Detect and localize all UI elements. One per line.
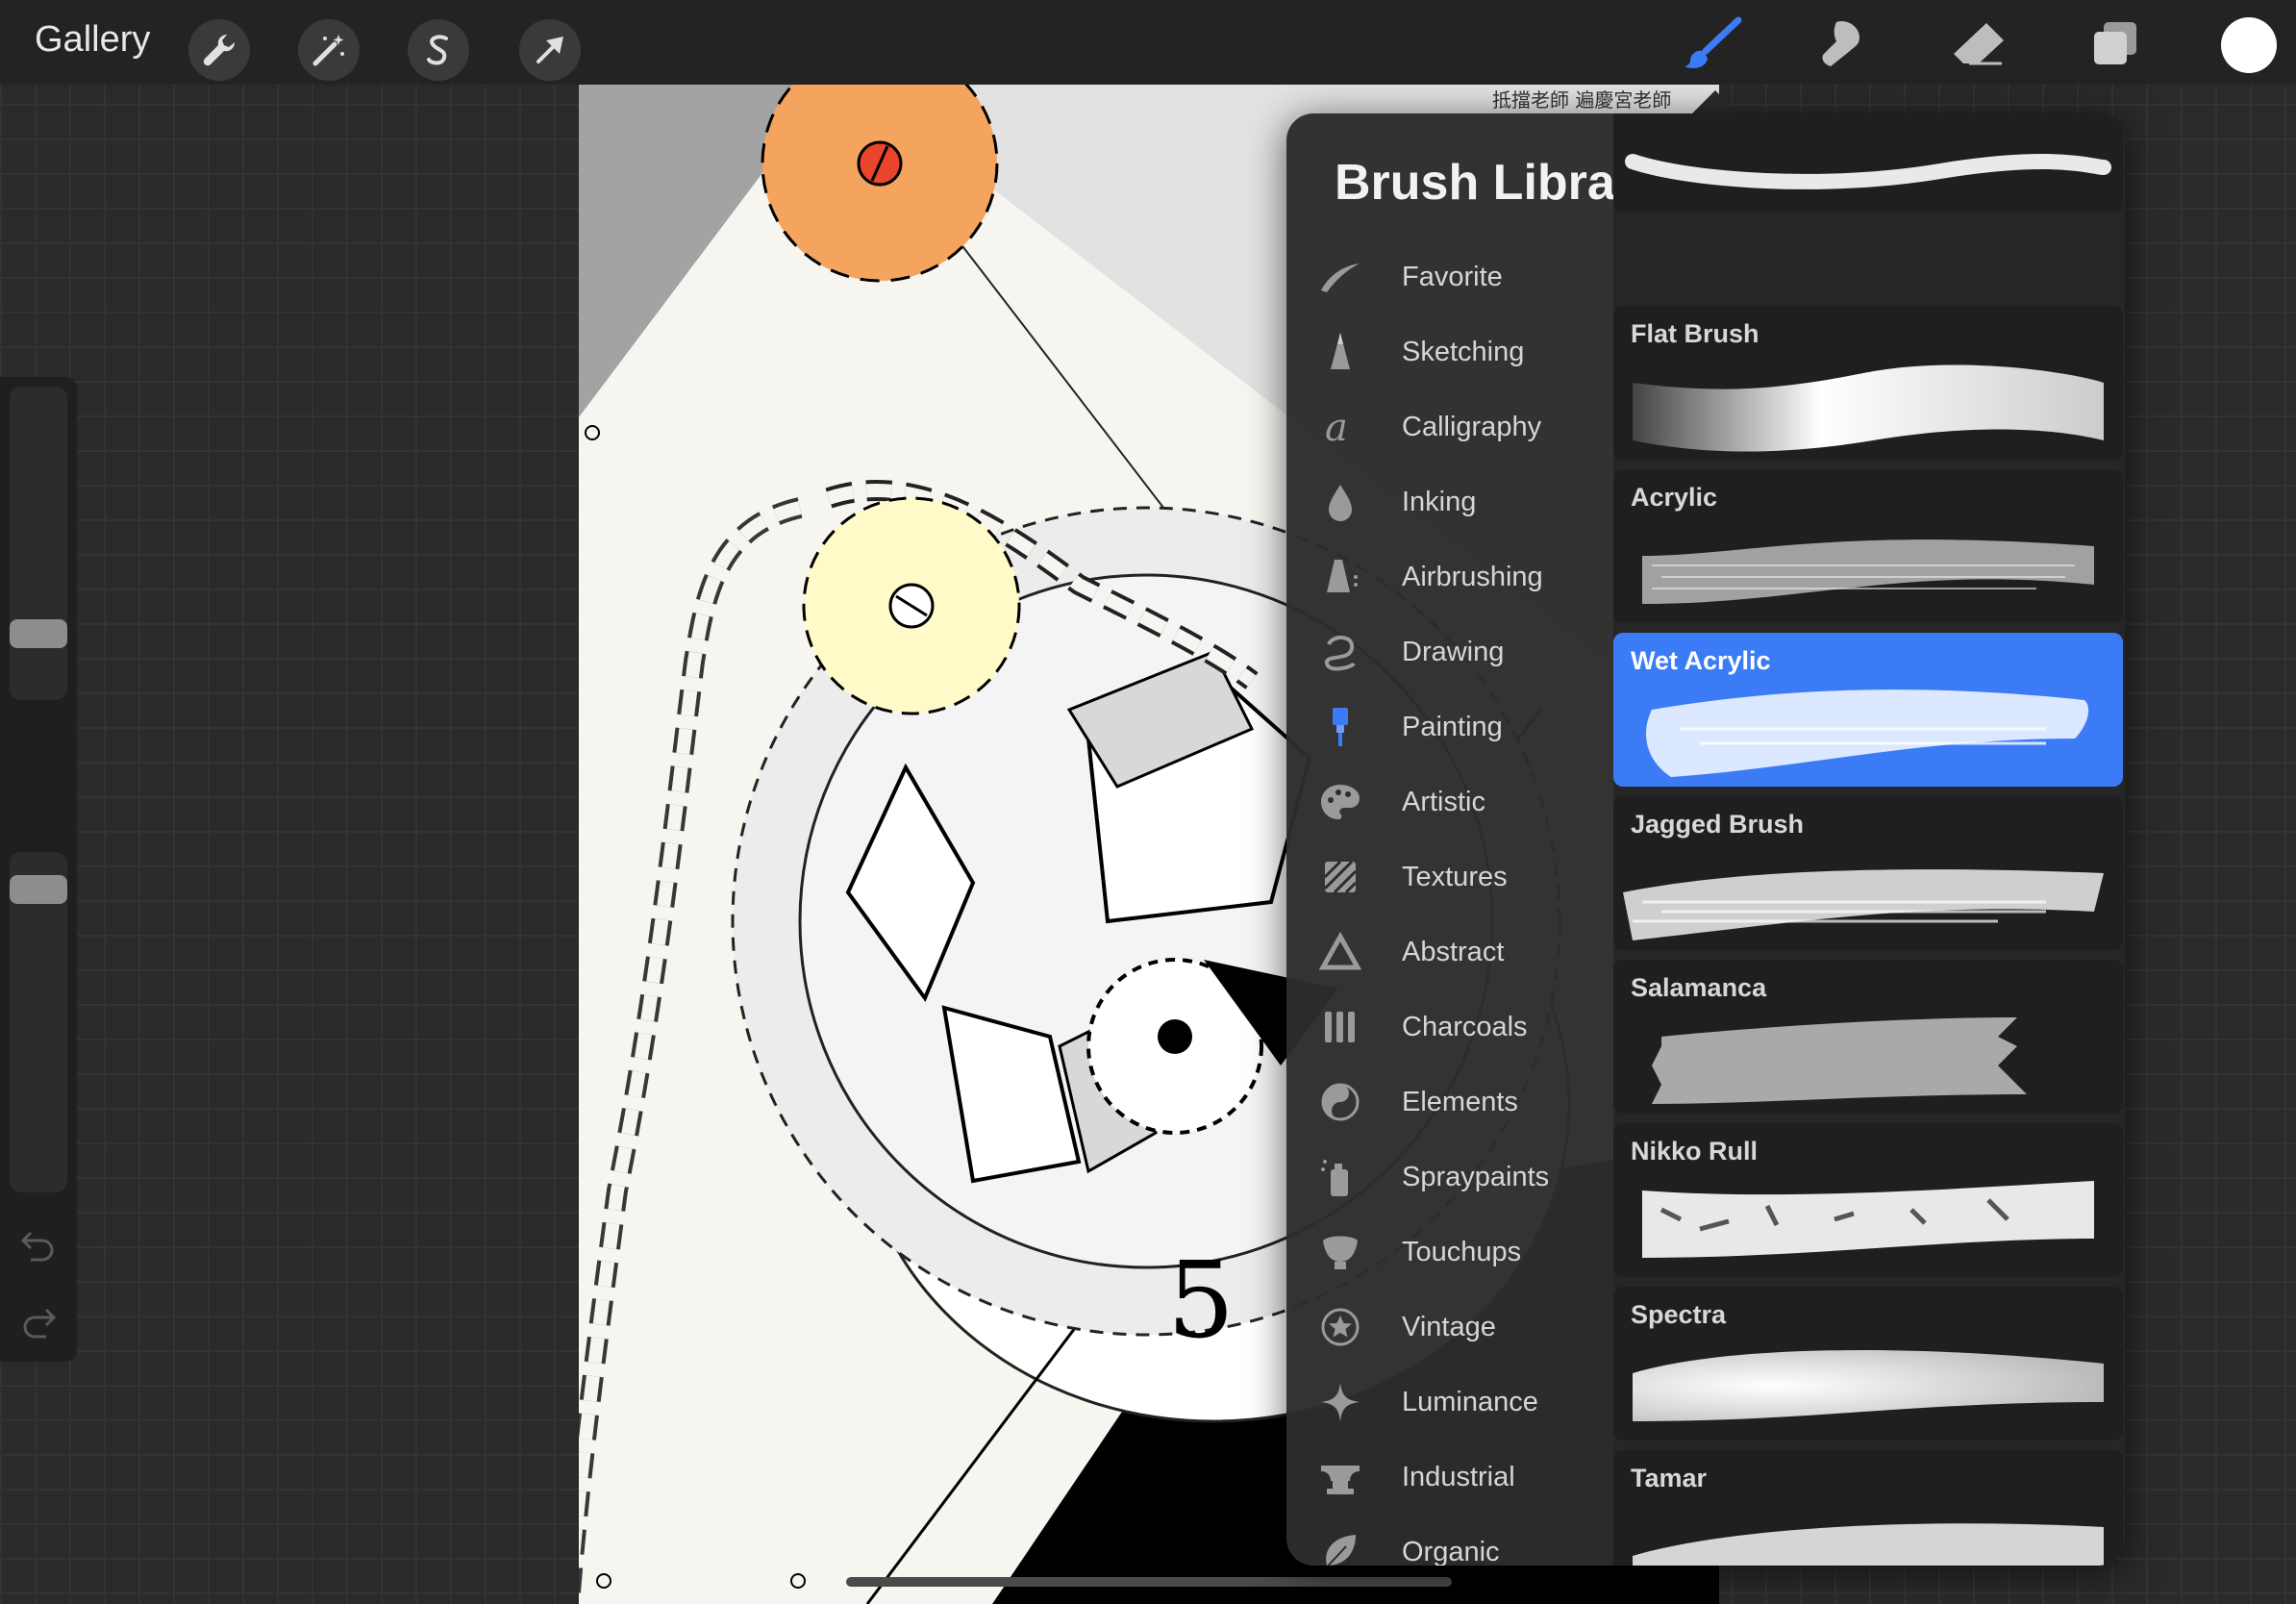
spray-can-icon	[1321, 1160, 1348, 1196]
brush-item-acrylic[interactable]: Acrylic	[1613, 469, 2123, 623]
category-abstract[interactable]: Abstract	[1286, 918, 1604, 986]
feather-stroke-icon	[1321, 263, 1360, 292]
brush-stroke-preview	[1652, 1017, 2027, 1104]
paintbrush-icon	[1333, 708, 1348, 746]
category-charcoals[interactable]: Charcoals	[1286, 993, 1604, 1061]
category-airbrushing[interactable]: Airbrushing	[1286, 543, 1604, 611]
brush-stroke-preview	[1642, 1181, 2094, 1258]
category-favorite[interactable]: Favorite	[1286, 243, 1604, 311]
smudge-icon[interactable]	[1808, 13, 1881, 73]
yin-yang-icon	[1321, 1083, 1360, 1121]
layers-icon[interactable]	[2079, 13, 2152, 73]
left-sidebar	[0, 377, 77, 1362]
triangle-icon	[1319, 931, 1361, 970]
category-drawing[interactable]: Drawing	[1286, 618, 1604, 686]
category-vintage[interactable]: Vintage	[1286, 1293, 1604, 1361]
drawing-curve-icon	[1325, 636, 1356, 671]
brush-stroke-preview	[1633, 1523, 2104, 1566]
category-artistic[interactable]: Artistic	[1286, 768, 1604, 836]
undo-icon[interactable]	[17, 1223, 60, 1266]
brush-stroke-preview	[1625, 153, 2111, 189]
brush-stroke-preview	[1633, 1350, 2104, 1421]
sparkle-icon	[1321, 1383, 1360, 1421]
category-calligraphy[interactable]: a Calligraphy	[1286, 393, 1604, 461]
airbrush-icon	[1327, 560, 1358, 592]
calligraphy-a-icon: a	[1325, 406, 1348, 448]
category-industrial[interactable]: Industrial	[1286, 1443, 1604, 1511]
color-picker-swatch[interactable]	[2221, 17, 2277, 73]
brush-item-tamar[interactable]: Tamar	[1613, 1450, 2123, 1566]
canvas-number-label: 5	[1167, 1239, 1235, 1362]
magic-wand-icon[interactable]	[298, 19, 360, 81]
redo-icon[interactable]	[17, 1300, 60, 1342]
brush-icon[interactable]	[1675, 13, 1748, 73]
category-touchups[interactable]: Touchups	[1286, 1218, 1604, 1286]
wrench-icon[interactable]	[188, 19, 250, 81]
gallery-button[interactable]: Gallery	[35, 19, 150, 61]
texture-stripes-icon	[1323, 860, 1358, 894]
category-elements[interactable]: Elements	[1286, 1068, 1604, 1136]
brush-stroke-preview	[1646, 689, 2089, 777]
brush-item-salamanca[interactable]: Salamanca	[1613, 960, 2123, 1114]
category-organic[interactable]: Organic	[1286, 1518, 1604, 1566]
svg-text:a: a	[1325, 406, 1348, 448]
category-sketching[interactable]: Sketching	[1286, 318, 1604, 386]
opacity-thumb[interactable]	[10, 875, 67, 904]
top-toolbar: Gallery	[0, 0, 2296, 85]
category-spraypaints[interactable]: Spraypaints	[1286, 1143, 1604, 1211]
brush-item-jagged-brush[interactable]: Jagged Brush	[1613, 796, 2123, 950]
canvas-watermark-text: 抵擋老師 遍慶宮老師	[1492, 88, 1672, 112]
pencil-tip-icon	[1331, 333, 1350, 369]
brush-item-partial[interactable]	[1613, 113, 2123, 212]
brush-stroke-preview	[1623, 869, 2104, 940]
eraser-icon[interactable]	[1942, 13, 2015, 73]
brush-item-flat-brush[interactable]: Flat Brush	[1613, 306, 2123, 460]
brush-size-slider[interactable]	[10, 387, 67, 700]
brush-item-nikko-rull[interactable]: Nikko Rull	[1613, 1123, 2123, 1277]
brush-library-panel: Brush Library Favorite Sketching a Calli…	[1286, 113, 2125, 1566]
brush-item-spectra[interactable]: Spectra	[1613, 1287, 2123, 1441]
charcoal-sticks-icon	[1325, 1012, 1355, 1042]
category-textures[interactable]: Textures	[1286, 843, 1604, 911]
category-luminance[interactable]: Luminance	[1286, 1368, 1604, 1436]
selection-icon[interactable]	[408, 19, 469, 81]
brush-size-thumb[interactable]	[10, 619, 67, 648]
palette-icon	[1321, 785, 1360, 819]
canvas-scrollbar[interactable]	[846, 1577, 1452, 1587]
brush-stroke-preview	[1633, 364, 2104, 452]
brush-item-wet-acrylic[interactable]: Wet Acrylic	[1613, 633, 2123, 787]
leaf-icon	[1326, 1535, 1356, 1566]
ink-drop-icon	[1329, 485, 1352, 521]
touchup-icon	[1323, 1236, 1358, 1269]
brush-list: Flat Brush Acrylic Wet Acrylic Jagged Br…	[1613, 113, 2125, 1566]
transform-arrow-icon[interactable]	[519, 19, 581, 81]
star-circle-icon	[1321, 1308, 1360, 1346]
brush-stroke-preview	[1642, 539, 2094, 604]
anvil-icon	[1321, 1466, 1360, 1494]
category-inking[interactable]: Inking	[1286, 468, 1604, 536]
category-painting[interactable]: Painting	[1286, 693, 1604, 761]
library-pointer	[1690, 90, 1740, 115]
